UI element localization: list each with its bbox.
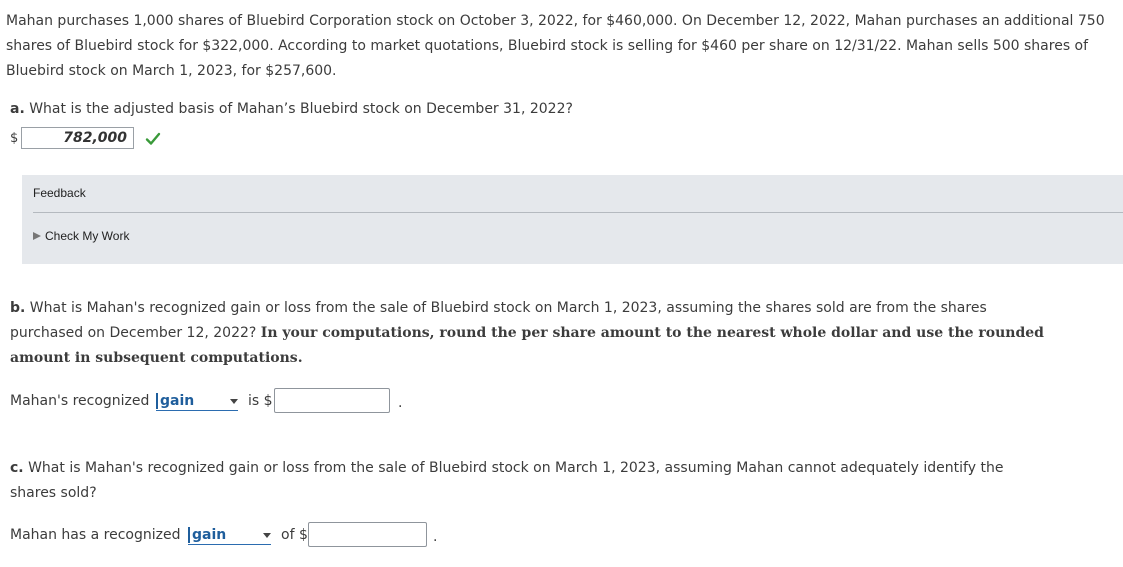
- part-a-question: a. What is the adjusted basis of Mahan’s…: [10, 97, 573, 122]
- triangle-right-icon: [33, 232, 41, 240]
- part-b-selected-value: gain: [156, 393, 194, 409]
- part-c-text: What is Mahan's recognized gain or loss …: [10, 460, 1004, 501]
- part-a-text: What is the adjusted basis of Mahan’s Bl…: [29, 101, 573, 117]
- part-c-selected-value: gain: [188, 527, 226, 543]
- part-b-gain-loss-select[interactable]: gain: [156, 392, 238, 411]
- feedback-title: Feedback: [33, 186, 86, 200]
- part-c-label: c.: [10, 460, 24, 476]
- problem-intro: Mahan purchases 1,000 shares of Bluebird…: [6, 13, 1105, 79]
- part-b-prefix: Mahan's recognized: [10, 393, 150, 409]
- caret-down-icon: [263, 532, 271, 538]
- part-c-amount-input[interactable]: [308, 522, 427, 547]
- part-a-answer-field[interactable]: 782,000: [21, 127, 134, 149]
- part-c-mid: of $: [281, 527, 308, 543]
- part-c-prefix: Mahan has a recognized: [10, 527, 181, 543]
- part-c-suffix: .: [433, 529, 438, 545]
- part-b-question: b. What is Mahan's recognized gain or lo…: [10, 296, 1050, 371]
- part-c-question: c. What is Mahan's recognized gain or lo…: [10, 456, 1050, 506]
- feedback-panel: [22, 175, 1123, 264]
- check-my-work-toggle[interactable]: Check My Work: [33, 229, 129, 243]
- caret-down-icon: [230, 398, 238, 404]
- part-b-mid: is $: [248, 393, 273, 409]
- part-a-currency: $: [10, 131, 19, 146]
- part-c-gain-loss-select[interactable]: gain: [188, 526, 271, 545]
- part-a-label: a.: [10, 101, 25, 117]
- part-b-suffix: .: [398, 395, 403, 411]
- part-b-amount-input[interactable]: [274, 388, 390, 413]
- feedback-divider: [33, 212, 1123, 213]
- part-b-label: b.: [10, 300, 26, 316]
- check-icon: [145, 132, 161, 145]
- check-my-work-label: Check My Work: [45, 229, 130, 243]
